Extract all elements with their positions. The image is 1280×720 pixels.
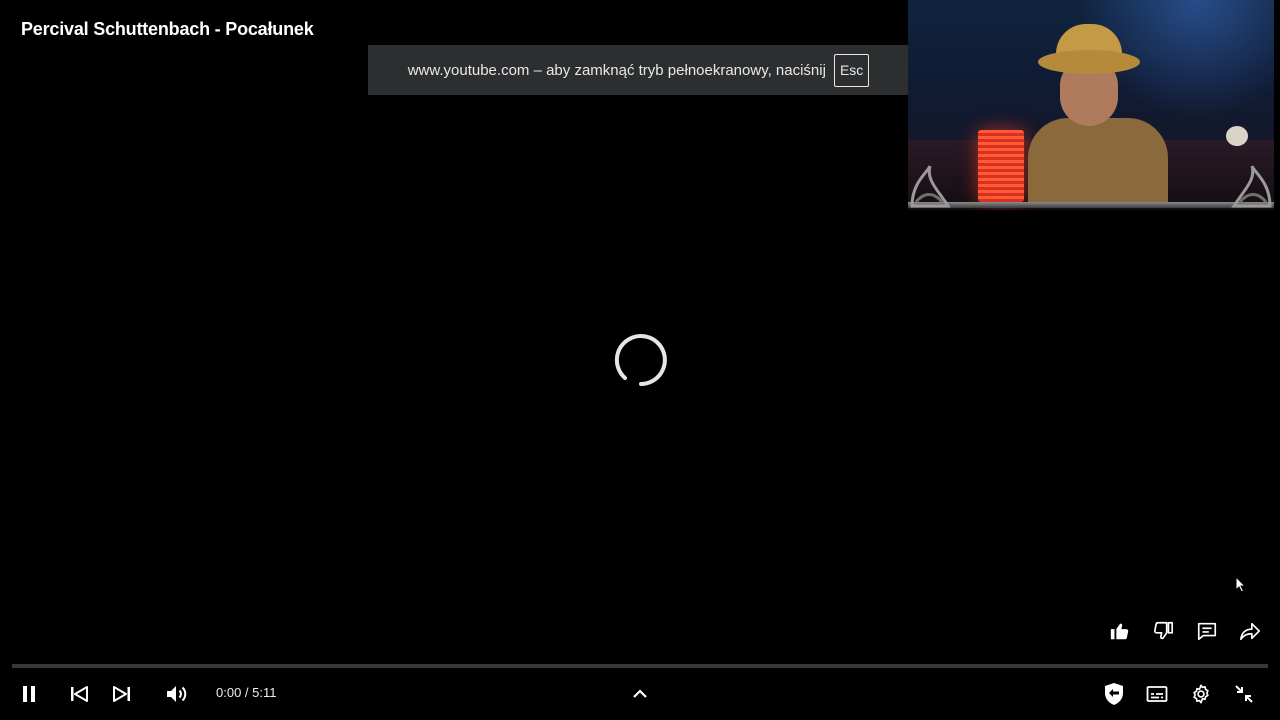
- next-button[interactable]: [107, 672, 137, 716]
- celtic-knot-icon: [910, 165, 951, 208]
- webcam-person-body: [1028, 118, 1168, 208]
- webcam-frame-border: [908, 202, 1274, 208]
- comments-icon: [1197, 622, 1216, 641]
- side-actions: [1100, 616, 1270, 646]
- esc-key-badge: Esc: [833, 53, 870, 87]
- webcam-red-lamp: [978, 130, 1024, 202]
- subtitles-icon: [1146, 686, 1168, 702]
- mouse-cursor-icon: [1235, 576, 1247, 593]
- fullscreen-notice-message: www.youtube.com – aby zamknąć tryb pełno…: [407, 61, 826, 79]
- player-controls: 0:00 / 5:11: [0, 672, 1280, 716]
- chevron-up-icon: [633, 689, 647, 698]
- video-title: Percival Schuttenbach - Pocałunek: [21, 19, 314, 39]
- webcam-skull-decoration: [1226, 126, 1248, 146]
- exit-fullscreen-button[interactable]: [1229, 672, 1259, 716]
- loading-spinner-icon: [614, 334, 667, 386]
- comments-button[interactable]: [1187, 616, 1227, 646]
- share-icon: [1239, 622, 1260, 641]
- celtic-knot-icon: [1231, 165, 1272, 208]
- adblock-shield-icon: [1105, 683, 1123, 705]
- previous-button[interactable]: [64, 672, 94, 716]
- dislike-icon: [1154, 621, 1174, 640]
- video-player[interactable]: Percival Schuttenbach - Pocałunek www.yo…: [0, 0, 1280, 720]
- next-icon: [113, 686, 130, 702]
- settings-button[interactable]: [1186, 672, 1216, 716]
- volume-icon: [167, 686, 187, 702]
- like-button[interactable]: [1100, 616, 1140, 646]
- progress-bar[interactable]: [12, 664, 1268, 668]
- webcam-hat-brim: [1038, 50, 1140, 74]
- fullscreen-notice: www.youtube.com – aby zamknąć tryb pełno…: [368, 45, 909, 95]
- subtitles-button[interactable]: [1142, 672, 1172, 716]
- dislike-button[interactable]: [1143, 616, 1183, 646]
- time-display: 0:00 / 5:11: [216, 685, 277, 700]
- adblock-shield-button[interactable]: [1099, 672, 1129, 716]
- mute-button[interactable]: [160, 672, 194, 716]
- settings-icon: [1193, 684, 1209, 704]
- like-icon: [1110, 623, 1129, 640]
- expand-up-button[interactable]: [626, 672, 654, 716]
- webcam-overlay: [908, 0, 1274, 210]
- pause-button[interactable]: [14, 672, 44, 716]
- exit-fullscreen-icon: [1235, 685, 1253, 703]
- share-button[interactable]: [1230, 616, 1270, 646]
- pause-icon: [23, 686, 35, 702]
- previous-icon: [71, 686, 88, 702]
